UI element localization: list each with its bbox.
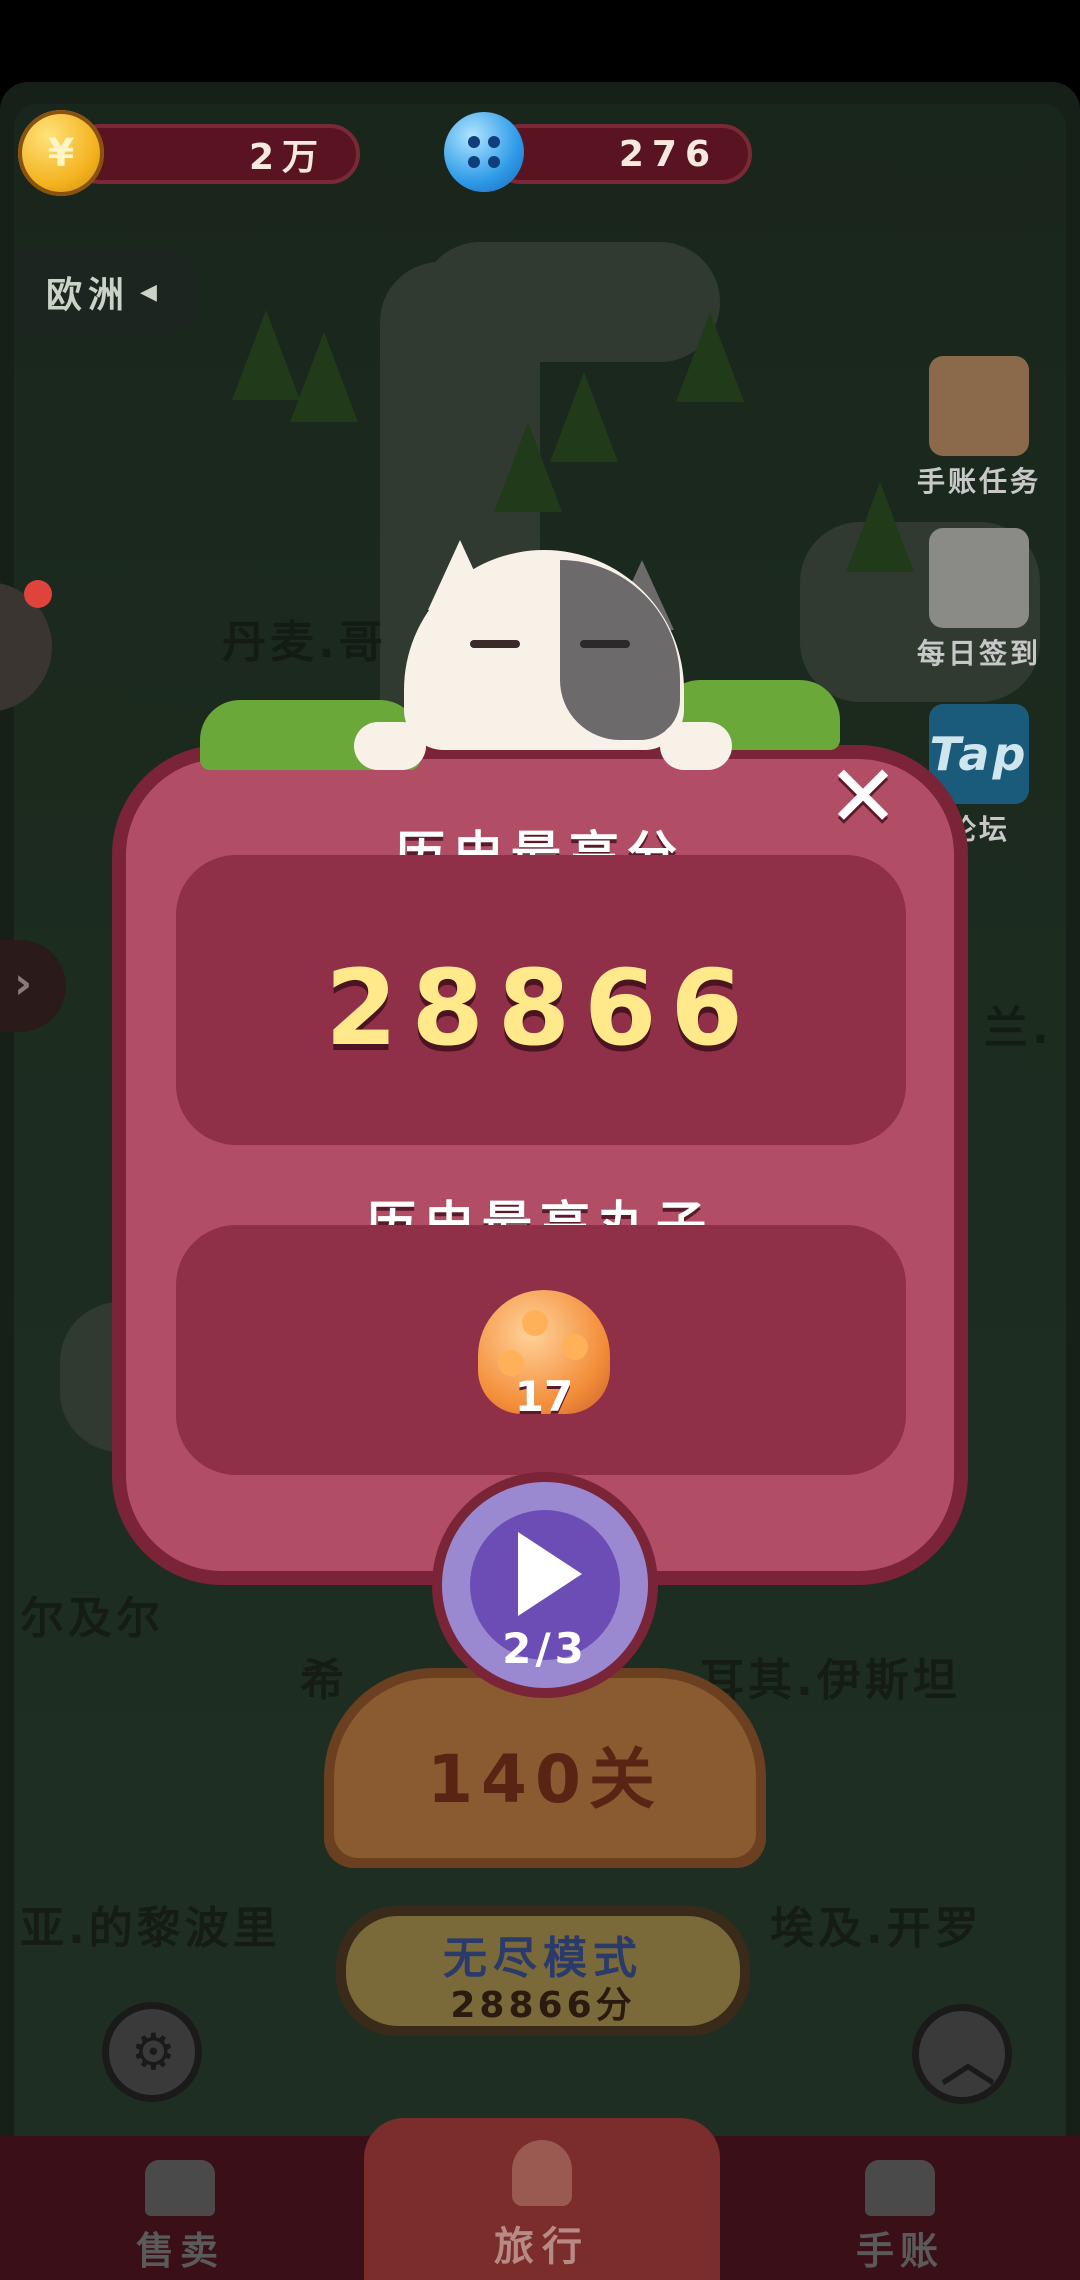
gear-icon: ⚙ <box>131 2023 176 2081</box>
nav-journal-label: 手账 <box>855 2229 944 2273</box>
nav-journal[interactable]: 手账 <box>800 2160 1000 2275</box>
journal-tasks-button[interactable]: 手账任务 <box>914 356 1044 500</box>
coin-counter: 2万 <box>70 124 360 184</box>
cat-paw-right <box>660 722 732 770</box>
region-label: 欧洲 <box>46 275 131 316</box>
cat-paw-left <box>354 722 426 770</box>
dumpling-count: 17 <box>514 1372 574 1421</box>
coin-amount: 2万 <box>248 137 326 178</box>
journal-tasks-label: 手账任务 <box>916 465 1041 498</box>
button-counter: 276 <box>490 124 752 184</box>
service-bell-icon <box>145 2160 215 2216</box>
nav-travel-label: 旅行 <box>494 2224 590 2270</box>
high-score-value: 28866 <box>325 947 757 1069</box>
level-button[interactable]: 140关 <box>324 1668 766 1868</box>
high-score-box: 28866 <box>176 855 906 1145</box>
cat-eye-right <box>580 640 630 648</box>
button-amount: 276 <box>618 133 718 175</box>
play-icon <box>518 1532 582 1616</box>
settings-button[interactable]: ⚙ <box>102 2002 202 2102</box>
nav-travel[interactable]: 旅行 <box>364 2118 720 2280</box>
daily-checkin-label: 每日签到 <box>916 637 1041 670</box>
triangle-left-icon: ◀ <box>140 279 163 305</box>
play-count: 2/3 <box>502 1624 588 1673</box>
region-selector[interactable]: 欧洲 ◀ <box>16 248 202 336</box>
cat-eye-left <box>470 640 520 648</box>
play-button[interactable]: 2/3 <box>432 1472 658 1698</box>
nav-sell-label: 售卖 <box>135 2229 224 2273</box>
coin-icon[interactable]: ¥ <box>18 110 104 196</box>
scroll-up-button[interactable]: ︿ <box>912 2004 1012 2104</box>
clipboard-icon <box>929 356 1029 456</box>
close-button[interactable]: ✕ <box>818 752 908 842</box>
endless-mode-button[interactable]: 无尽模式 28866分 <box>336 1906 750 2036</box>
level-label: 140关 <box>427 1741 663 1818</box>
high-score-dialog: 历史最高分 28866 历史最高丸子 <box>112 745 968 1585</box>
daily-checkin-button[interactable]: 每日签到 <box>914 528 1044 672</box>
journal-icon <box>865 2160 935 2216</box>
yen-symbol: ¥ <box>47 131 75 175</box>
chevron-right-icon: › <box>14 958 33 1009</box>
calendar-check-icon <box>929 528 1029 628</box>
notification-dot <box>24 580 52 608</box>
endless-mode-score: 28866分 <box>450 1985 636 2026</box>
travel-icon <box>512 2140 572 2206</box>
chevron-up-icon: ︿ <box>941 2030 995 2093</box>
nav-sell[interactable]: 售卖 <box>80 2160 280 2275</box>
button-currency-icon[interactable] <box>444 112 524 192</box>
